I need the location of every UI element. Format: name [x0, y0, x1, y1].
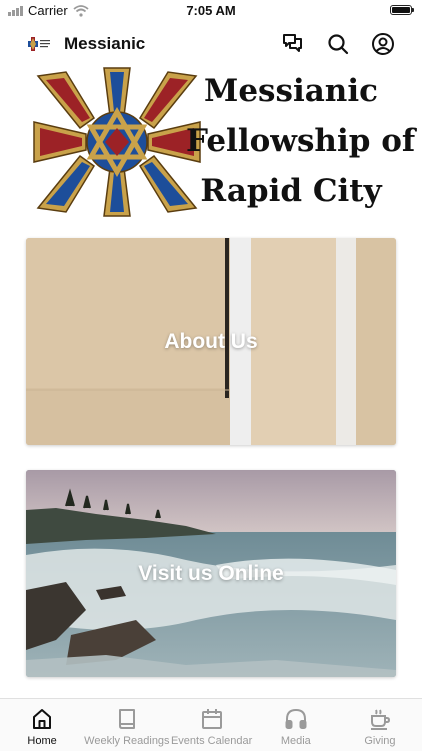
account-icon[interactable]	[369, 30, 397, 58]
home-icon	[33, 709, 52, 729]
tab-giving[interactable]: Giving	[338, 699, 422, 751]
book-icon	[118, 709, 135, 729]
about-us-label: About Us	[164, 329, 258, 353]
app-title: Messianic	[64, 34, 146, 53]
bottom-tab-bar: Home Weekly Readings Events Calendar Med…	[0, 698, 422, 751]
visit-online-card[interactable]: Visit us Online	[26, 470, 396, 677]
tab-giving-label: Giving	[364, 735, 396, 747]
about-us-card[interactable]: About Us	[26, 238, 396, 445]
cross-star-emblem-icon	[33, 67, 201, 217]
tab-media[interactable]: Media	[254, 699, 338, 751]
church-name-line-3: Rapid City	[200, 173, 382, 209]
tab-home[interactable]: Home	[0, 699, 84, 751]
tab-events-calendar-label: Events Calendar	[170, 735, 253, 747]
tab-media-label: Media	[280, 735, 311, 747]
app-logo-icon	[28, 37, 50, 51]
status-bar: Carrier 7:05 AM	[0, 0, 422, 22]
church-name: Messianic Fellowship of Rapid City	[186, 66, 416, 216]
chat-icon[interactable]	[279, 30, 307, 58]
search-icon[interactable]	[324, 30, 352, 58]
headphones-icon	[285, 708, 307, 729]
church-banner: Messianic Fellowship of Rapid City	[28, 64, 416, 220]
app-header: Messianic	[0, 24, 422, 64]
visit-online-label: Visit us Online	[138, 561, 284, 585]
coffee-icon	[370, 709, 390, 730]
church-name-line-2: Fellowship of	[186, 123, 416, 159]
tab-weekly-readings-label: Weekly Readings	[84, 735, 170, 747]
tab-weekly-readings[interactable]: Weekly Readings	[84, 699, 170, 751]
battery-icon	[390, 5, 414, 15]
church-name-line-1: Messianic	[204, 73, 378, 109]
status-time: 7:05 AM	[186, 3, 236, 18]
calendar-icon	[201, 709, 222, 729]
tab-events-calendar[interactable]: Events Calendar	[170, 699, 254, 751]
tab-home-label: Home	[27, 735, 57, 747]
